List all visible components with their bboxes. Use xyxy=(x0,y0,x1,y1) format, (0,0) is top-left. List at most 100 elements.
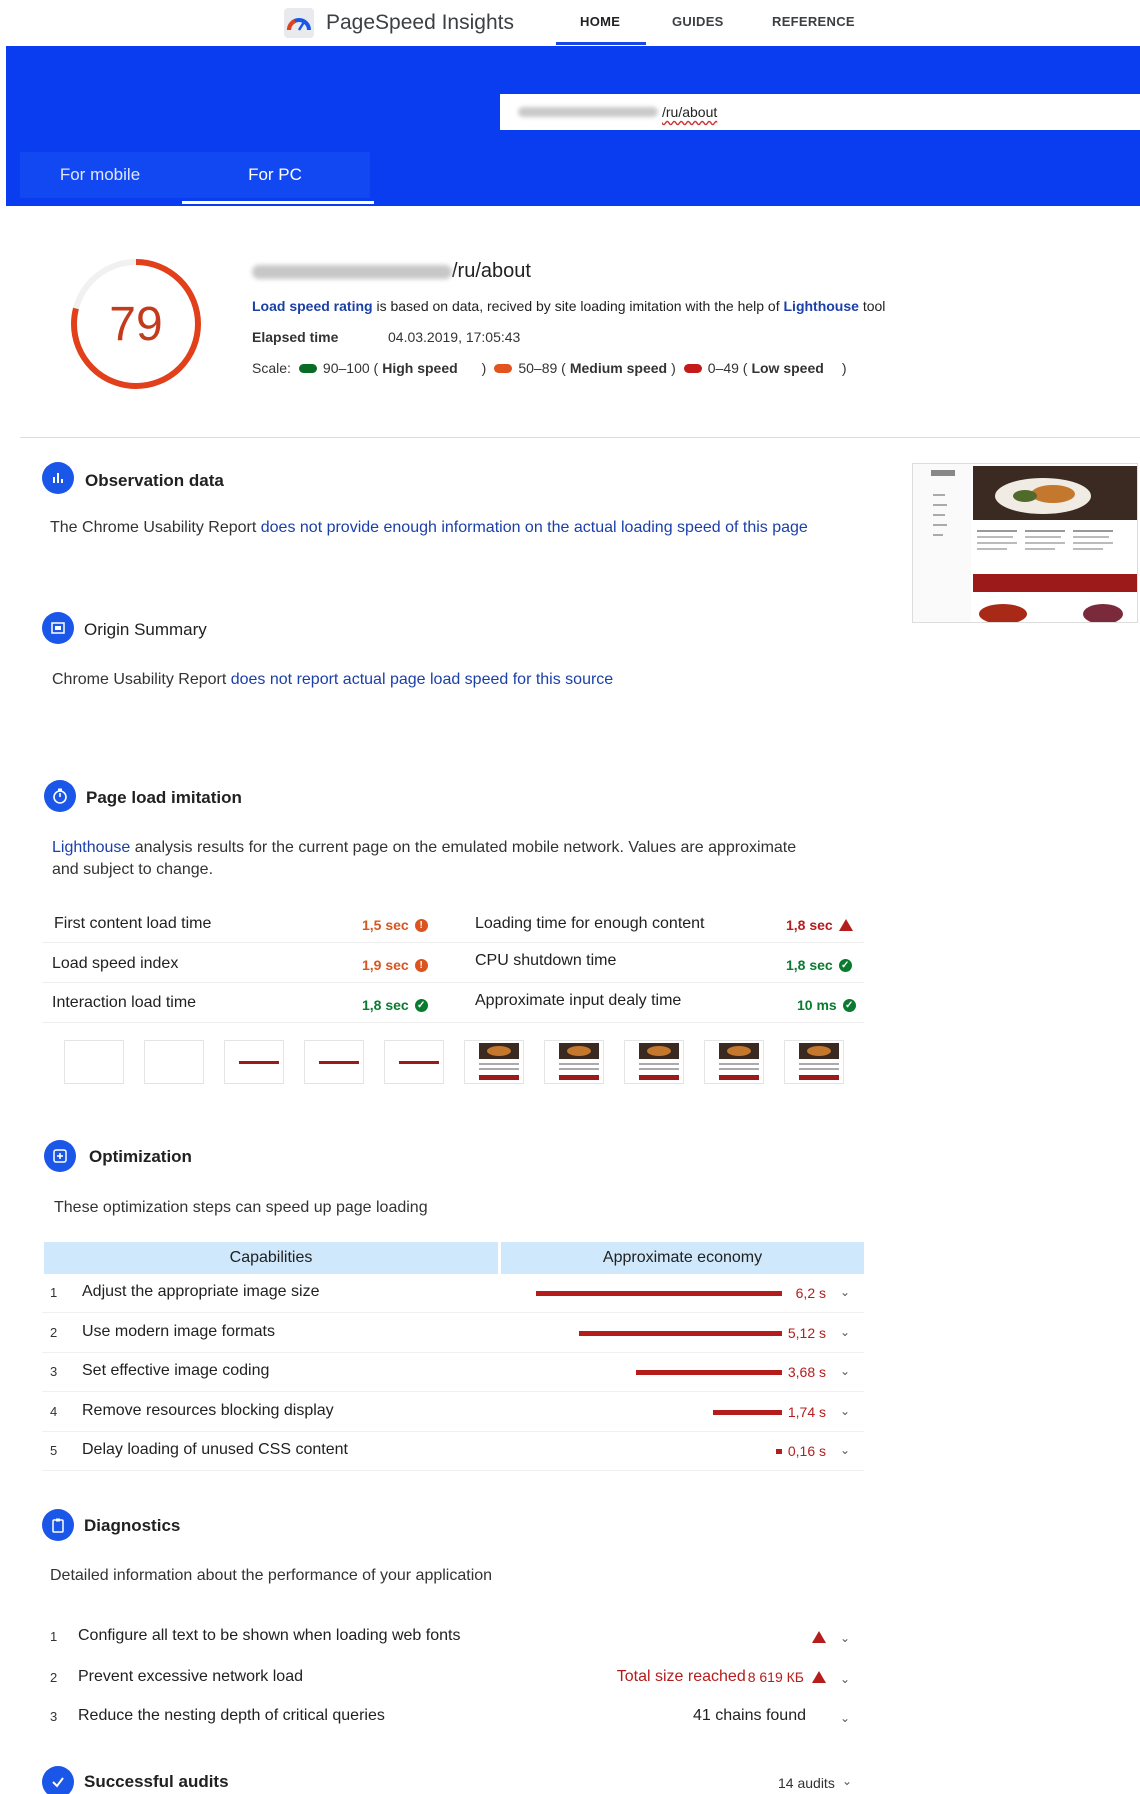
optimization-subtitle: These optimization steps can speed up pa… xyxy=(54,1199,428,1216)
filmstrip-frame xyxy=(784,1040,844,1084)
savings-value: 1,74 s xyxy=(787,1403,826,1420)
observation-link[interactable]: does not provide enough information on t… xyxy=(261,519,808,536)
optimization-index: 3 xyxy=(50,1364,58,1379)
col-economy: Approximate economy xyxy=(501,1242,864,1274)
rating-tool-text: tool xyxy=(858,298,886,314)
brand[interactable]: PageSpeed Insights xyxy=(284,8,514,38)
tab-mobile[interactable]: For mobile xyxy=(20,152,180,198)
chevron-down-icon[interactable]: ⌄ xyxy=(840,1364,850,1378)
device-tab-indicator xyxy=(182,201,374,204)
optimization-title: Optimization xyxy=(89,1147,192,1166)
warning-dot-icon: ! xyxy=(414,958,428,972)
simulation-text: Lighthouse analysis results for the curr… xyxy=(52,837,796,881)
chevron-down-icon[interactable]: ⌄ xyxy=(840,1711,850,1725)
rating-link[interactable]: Load speed rating xyxy=(252,298,373,314)
optimization-index: 5 xyxy=(50,1443,58,1458)
savings-bar xyxy=(775,1449,782,1454)
optimization-label: Set effective image coding xyxy=(82,1362,270,1379)
lighthouse-link[interactable]: Lighthouse xyxy=(52,839,130,856)
optimization-label: Delay loading of unused CSS content xyxy=(82,1441,348,1458)
scale-label: Scale: xyxy=(252,360,291,376)
scale-close: ) xyxy=(841,360,847,376)
metric-value: 1,9 sec! xyxy=(362,957,428,973)
diagnostic-row[interactable]: 3 Reduce the nesting depth of critical q… xyxy=(42,1699,864,1737)
metric-divider xyxy=(42,982,864,983)
metric-value: 1,8 sec xyxy=(786,917,853,933)
scale-name: Low speed xyxy=(751,360,824,376)
tab-pc[interactable]: For PC xyxy=(180,152,370,198)
metric-value-text: 1,8 sec xyxy=(786,957,833,973)
diagnostic-row[interactable]: 2 Prevent excessive network load Total s… xyxy=(42,1660,864,1698)
chevron-down-icon[interactable]: ⌄ xyxy=(840,1285,850,1299)
lighthouse-link[interactable]: Lighthouse xyxy=(784,298,859,314)
optimization-row[interactable]: 2 Use modern image formats 5,12 s ⌄ xyxy=(42,1315,864,1353)
chevron-down-icon[interactable]: ⌄ xyxy=(840,1325,850,1339)
page-url: /ru/about xyxy=(252,260,531,283)
filmstrip-frame xyxy=(64,1040,124,1084)
optimization-row[interactable]: 5 Delay loading of unused CSS content 0,16… xyxy=(42,1433,864,1471)
high-speed-pill-icon xyxy=(298,363,317,373)
elapsed-value: 04.03.2019, 17:05:43 xyxy=(388,329,521,345)
metric-value: 1,8 sec ✓ xyxy=(362,997,428,1013)
simulation-text-line1: analysis results for the current page on… xyxy=(130,839,797,856)
active-tab-indicator xyxy=(556,42,646,45)
check-circle-icon: ✓ xyxy=(414,998,428,1012)
filmstrip-frame xyxy=(304,1040,364,1084)
audits-count: 14 audits xyxy=(778,1775,835,1791)
optimization-row[interactable]: 1 Adjust the appropriate image size 6,2 s ⌄ xyxy=(42,1275,864,1313)
url-input[interactable]: /ru/about xyxy=(500,94,1140,130)
diagnostics-title: Diagnostics xyxy=(84,1516,181,1535)
page-screenshot-thumbnail xyxy=(912,463,1138,623)
metric-value-text: 1,9 sec xyxy=(362,957,409,973)
redacted-domain xyxy=(518,107,658,117)
score-value: 79 xyxy=(109,297,163,351)
chevron-down-icon[interactable]: ⌄ xyxy=(840,1443,850,1457)
metric-value-text: 1,8 sec xyxy=(786,917,833,933)
filmstrip-frame xyxy=(544,1040,604,1084)
header-divider xyxy=(20,437,1140,438)
origin-summary-icon xyxy=(42,612,74,644)
tab-reference[interactable]: REFERENCE xyxy=(772,14,855,29)
optimization-label: Adjust the appropriate image size xyxy=(82,1283,320,1300)
diagnostic-row[interactable]: 1 Configure all text to be shown when lo… xyxy=(42,1619,864,1657)
optimization-row[interactable]: 3 Set effective image coding 3,68 s ⌄ xyxy=(42,1354,864,1392)
savings-bar xyxy=(636,1370,782,1375)
clipboard-icon xyxy=(42,1509,74,1541)
tab-guides[interactable]: GUIDES xyxy=(672,14,724,29)
total-size-label: Total size reached xyxy=(616,1668,746,1685)
savings-value: 0,16 s xyxy=(787,1443,826,1459)
savings-value: 3,68 s xyxy=(787,1364,826,1380)
filmstrip-frame xyxy=(144,1040,204,1084)
rating-text: is based on data, recived by site loadin… xyxy=(372,298,784,314)
diagnostic-status xyxy=(812,1631,826,1643)
chevron-down-icon[interactable]: ⌄ xyxy=(840,1404,850,1418)
tab-home[interactable]: HOME xyxy=(580,14,620,29)
chevron-down-icon[interactable]: ⌄ xyxy=(840,1631,850,1645)
chevron-down-icon[interactable]: ⌄ xyxy=(840,1672,850,1686)
alert-triangle-icon xyxy=(838,919,853,931)
metric-value: 1,5 sec! xyxy=(362,917,428,933)
origin-link[interactable]: does not report actual page load speed f… xyxy=(231,671,613,688)
scale-name: Medium speed xyxy=(569,360,668,376)
filmstrip-frame xyxy=(464,1040,524,1084)
audits-title[interactable]: Successful audits xyxy=(84,1772,229,1792)
optimization-icon xyxy=(44,1140,76,1172)
metric-label: Load speed index xyxy=(52,955,179,972)
diagnostic-status: 41 chains found xyxy=(693,1707,806,1724)
filmstrip-frame xyxy=(384,1040,444,1084)
diagnostic-index: 3 xyxy=(50,1709,58,1724)
optimization-label: Use modern image formats xyxy=(82,1322,275,1340)
metric-value: 1,8 sec ✓ xyxy=(786,957,852,973)
chevron-down-icon[interactable]: ⌄ xyxy=(842,1774,852,1788)
diagnostic-status: Total size reached 8 619 КБ xyxy=(617,1668,826,1686)
metric-label: Interaction load time xyxy=(52,994,197,1011)
alert-triangle-icon xyxy=(812,1671,826,1683)
simulation-title: Page load imitation xyxy=(86,788,242,807)
low-speed-pill-icon xyxy=(683,363,702,373)
metric-label: Approximate input dealy time xyxy=(475,992,682,1009)
metric-value: 10 ms ✓ xyxy=(797,997,856,1013)
optimization-label: Remove resources blocking display xyxy=(82,1401,334,1419)
optimization-row[interactable]: 4 Remove resources blocking display 1,74 s… xyxy=(42,1394,864,1432)
stopwatch-icon xyxy=(44,780,76,812)
metric-value-text: 1,5 sec xyxy=(362,917,409,933)
